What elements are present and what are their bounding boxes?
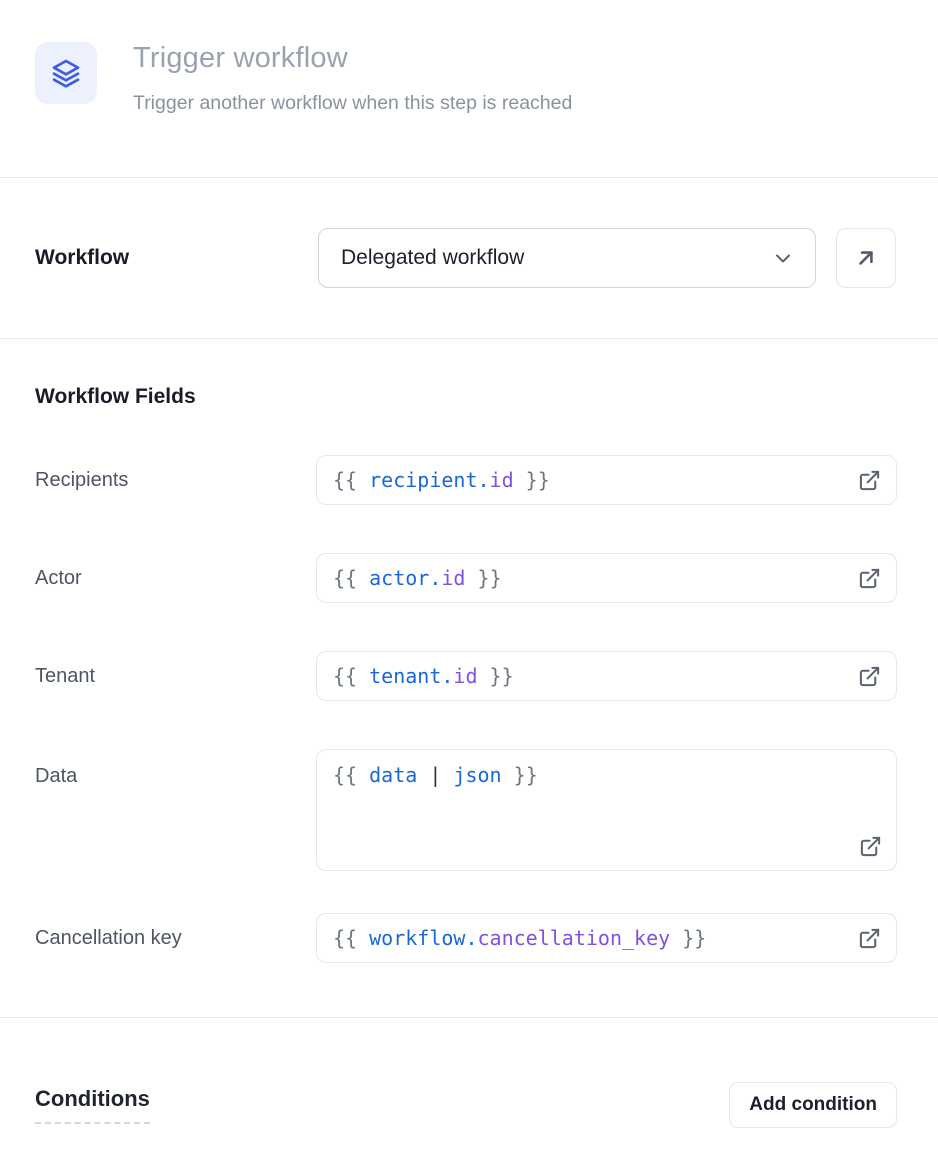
field-row-cancellation-key: Cancellation key {{ workflow.cancellatio… xyxy=(35,913,897,963)
arrow-up-right-icon xyxy=(853,245,879,271)
field-label: Cancellation key xyxy=(35,927,316,950)
actor-template-input[interactable]: {{ actor.id }} xyxy=(316,553,897,603)
workflow-select-value: Delegated workflow xyxy=(341,246,524,270)
field-row-tenant: Tenant {{ tenant.id }} xyxy=(35,651,897,701)
template-expression: {{ actor.id }} xyxy=(333,566,502,590)
add-condition-button[interactable]: Add condition xyxy=(729,1082,897,1128)
workflow-fields-heading: Workflow Fields xyxy=(35,385,897,409)
conditions-heading: Conditions xyxy=(35,1086,150,1124)
cancellation-key-template-input[interactable]: {{ workflow.cancellation_key }} xyxy=(316,913,897,963)
page-subtitle: Trigger another workflow when this step … xyxy=(133,92,572,115)
workflow-fields-list: Recipients {{ recipient.id }} Actor {{ a… xyxy=(35,455,897,963)
workflow-select[interactable]: Delegated workflow xyxy=(318,228,816,288)
step-icon-box xyxy=(35,42,97,104)
external-link-icon[interactable] xyxy=(858,665,881,688)
open-workflow-button[interactable] xyxy=(836,228,896,288)
recipients-template-input[interactable]: {{ recipient.id }} xyxy=(316,455,897,505)
external-link-icon[interactable] xyxy=(858,469,881,492)
layers-icon xyxy=(50,57,82,89)
workflow-select-row: Workflow Delegated workflow xyxy=(0,178,938,338)
external-link-icon[interactable] xyxy=(858,927,881,950)
template-expression: {{ workflow.cancellation_key }} xyxy=(333,926,706,950)
external-link-icon[interactable] xyxy=(858,567,881,590)
workflow-label: Workflow xyxy=(35,246,318,270)
step-header: Trigger workflow Trigger another workflo… xyxy=(0,0,938,177)
field-label: Data xyxy=(35,749,316,788)
conditions-section: Conditions Add condition xyxy=(0,1018,938,1128)
template-expression: {{ tenant.id }} xyxy=(333,664,514,688)
external-link-icon[interactable] xyxy=(859,835,882,858)
chevron-down-icon xyxy=(771,246,795,270)
template-expression: {{ data | json }} xyxy=(333,763,538,787)
field-label: Actor xyxy=(35,567,316,590)
template-expression: {{ recipient.id }} xyxy=(333,468,550,492)
field-label: Tenant xyxy=(35,665,316,688)
field-row-recipients: Recipients {{ recipient.id }} xyxy=(35,455,897,505)
field-row-data: Data {{ data | json }} xyxy=(35,749,897,871)
step-header-text: Trigger workflow Trigger another workflo… xyxy=(133,42,572,115)
tenant-template-input[interactable]: {{ tenant.id }} xyxy=(316,651,897,701)
field-label: Recipients xyxy=(35,469,316,492)
workflow-fields-section: Workflow Fields Recipients {{ recipient.… xyxy=(0,339,938,963)
field-row-actor: Actor {{ actor.id }} xyxy=(35,553,897,603)
data-template-input[interactable]: {{ data | json }} xyxy=(316,749,897,871)
page-title: Trigger workflow xyxy=(133,42,572,75)
